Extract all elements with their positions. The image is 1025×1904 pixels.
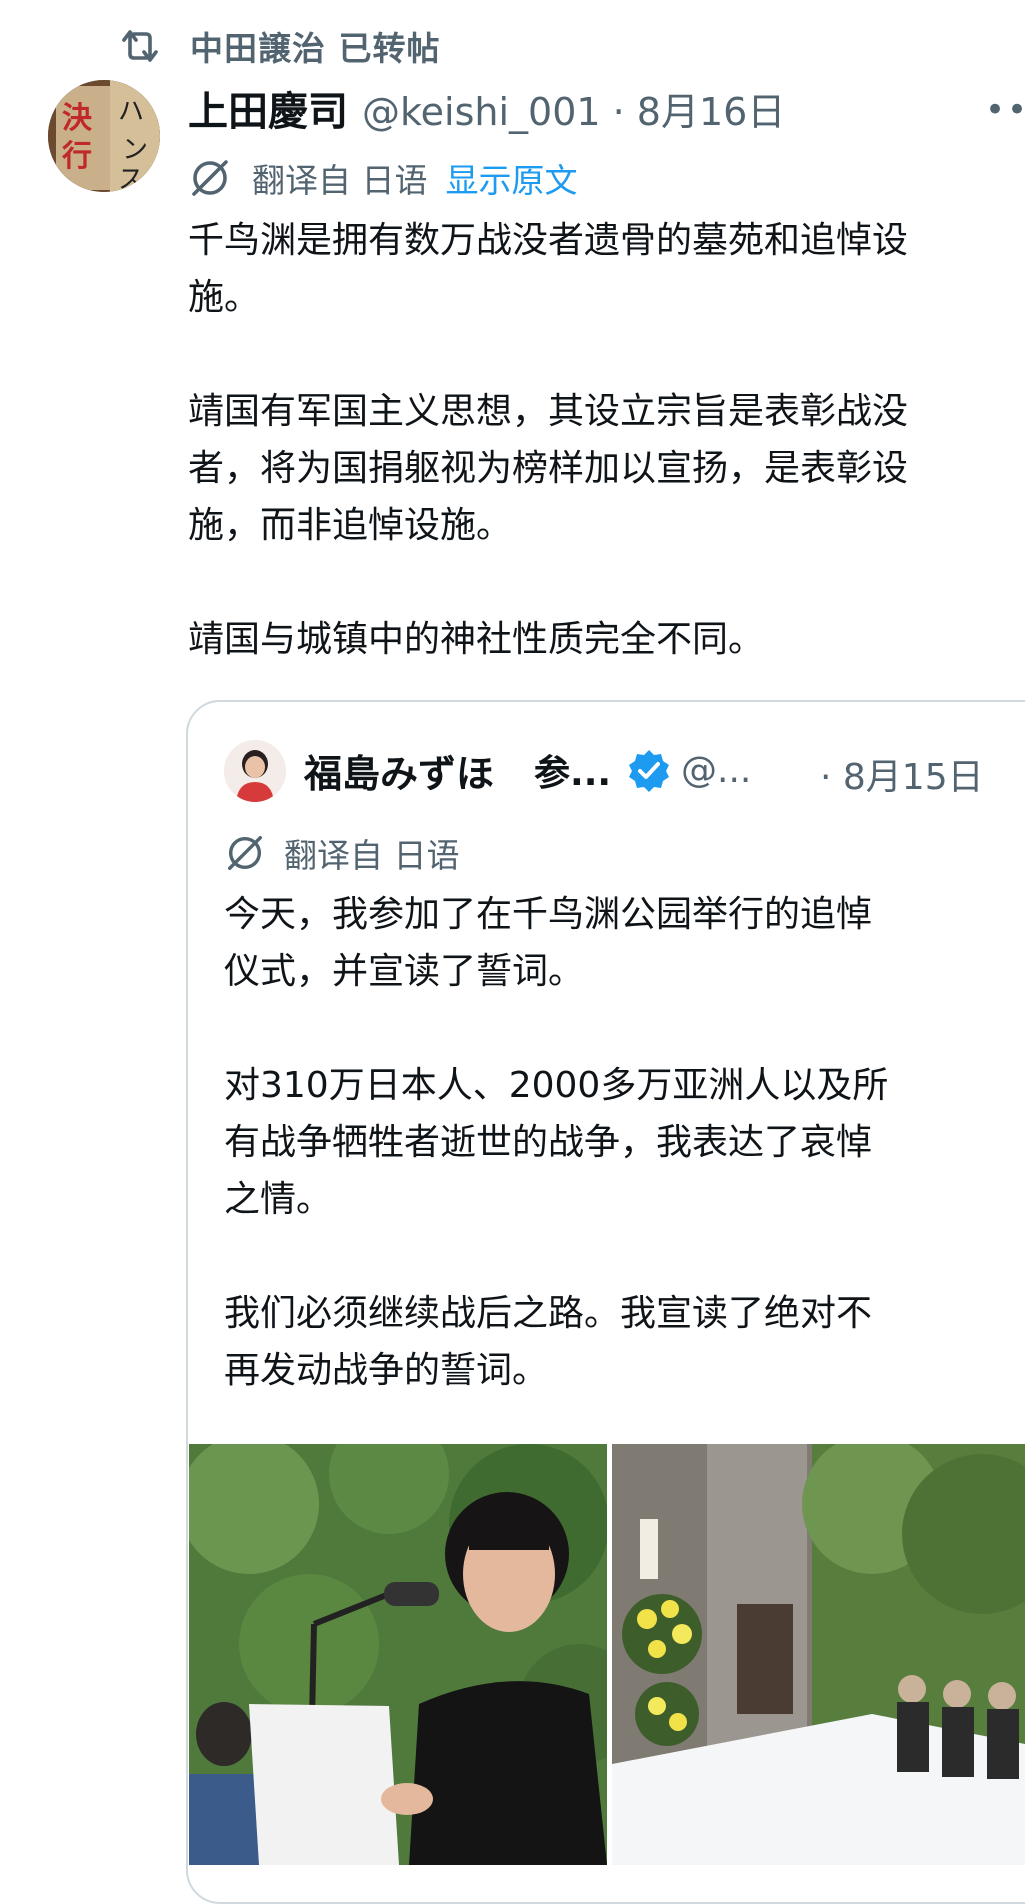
svg-text:行: 行 [61,139,92,174]
translation-label: 翻译自 日语 [252,161,428,200]
quote-line: 之情。 [224,1179,333,1220]
quote-author-row: 福島みずほ 参... @... [304,744,751,796]
more-options-icon[interactable]: ••• [985,90,1025,130]
photo-memorial-image [612,1444,1025,1865]
svg-text:決: 決 [62,101,93,136]
retweet-header: 中田譲治 已转帖 [118,22,441,70]
photo-speaker-image [189,1444,607,1865]
quote-author-name[interactable]: 福島みずほ [304,743,494,798]
svg-text:ン: ン [122,135,148,165]
tweet-line: 千鸟渊是拥有数万战没者遗骨的墓苑和追悼设 [188,220,909,261]
quote-avatar-image [224,740,286,802]
quote-line: 再发动战争的誓词。 [224,1350,549,1391]
quote-line: 仪式，并宣读了誓词。 [224,951,585,992]
avatar-image: 決 行 ハ ン ス [48,80,160,192]
quote-line: 今天，我参加了在千鸟渊公园举行的追悼 [224,894,873,935]
svg-text:ス: ス [118,165,144,192]
tweet-line: 施，而非追悼设施。 [188,505,513,546]
quote-line: 对310万日本人、2000多万亚洲人以及所 [224,1065,889,1106]
author-handle-date[interactable]: @keishi_001 · 8月16日 [362,81,785,136]
tweet-line: 者，将为国捐躯视为榜样加以宣扬，是表彰设 [188,448,909,489]
quote-translation-row: 翻译自 日语 [224,828,460,878]
retweet-icon [122,30,158,62]
quote-text: 今天，我参加了在千鸟渊公园举行的追悼 仪式，并宣读了誓词。 对310万日本人、2… [224,886,1014,1399]
quote-photo-memorial[interactable] [612,1444,1025,1865]
author-row: 上田慶司 @keishi_001 · 8月16日 [188,80,785,136]
quote-avatar[interactable] [224,740,286,802]
translate-icon [192,160,228,196]
quote-photo-speaker[interactable] [189,1444,607,1865]
translation-row: 翻译自 日语 显示原文 [188,152,578,204]
tweet-line: 靖国与城镇中的神社性质完全不同。 [188,619,765,660]
retweet-label: 中田譲治 已转帖 [190,29,441,68]
quote-line: 我们必须继续战后之路。我宣读了绝对不 [224,1293,873,1334]
avatar[interactable]: 決 行 ハ ン ス [48,80,160,192]
tweet-line: 靖国有军国主义思想，其设立宗旨是表彰战没 [188,391,909,432]
author-name[interactable]: 上田慶司 [188,79,348,137]
verified-badge-icon [629,750,670,792]
tweet-text: 千鸟渊是拥有数万战没者遗骨的墓苑和追悼设 施。 靖国有军国主义思想，其设立宗旨是… [188,212,1025,668]
quote-author-handle[interactable]: @... [681,750,751,791]
quote-line: 有战争牺牲者逝世的战争，我表达了哀悼 [224,1122,873,1163]
show-original-link[interactable]: 显示原文 [446,154,578,202]
tweet-line: 施。 [188,277,261,318]
quote-author-name-suffix[interactable]: 参... [534,744,611,796]
quote-translation-label: 翻译自 日语 [284,836,460,875]
quote-date[interactable]: · 8月15日 [820,748,984,800]
svg-text:ハ: ハ [118,97,144,127]
translate-icon [228,836,262,870]
